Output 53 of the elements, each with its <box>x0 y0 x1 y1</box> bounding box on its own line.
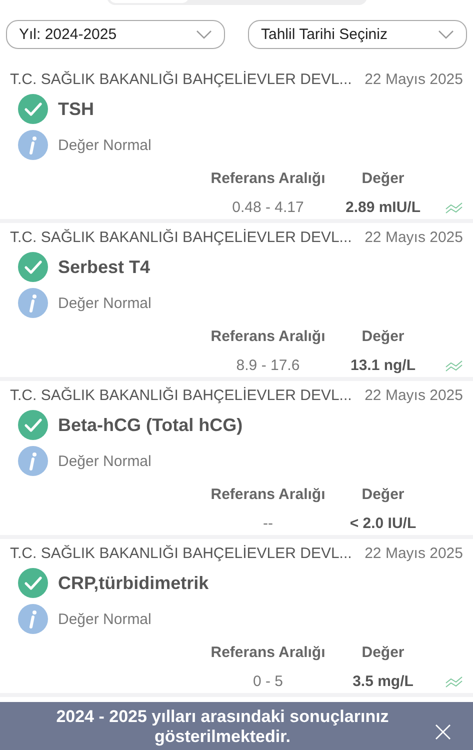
result-date: 22 Mayıs 2025 <box>364 71 463 88</box>
result-card[interactable]: T.C. SAĞLIK BAKANLIĞI BAHÇELİEVLER DEVL... 22 Mayıs 2025 Beta-hCG (Total hCG) Değer Normal Referans Aralığı Değer -- < 2.0 IU/L <box>0 381 473 539</box>
result-value: 2.89 mIU/L <box>345 199 421 216</box>
test-name: Beta-hCG (Total hCG) <box>58 414 243 436</box>
test-name: CRP,türbidimetrik <box>58 572 209 594</box>
hospital-name: T.C. SAĞLIK BAKANLIĞI BAHÇELİEVLER DEVL... <box>10 387 352 404</box>
status-text: Değer Normal <box>58 610 152 628</box>
column-header: Değer <box>362 328 404 345</box>
reference-range: -- <box>263 515 273 532</box>
result-date: 22 Mayıs 2025 <box>364 387 463 404</box>
status-text: Değer Normal <box>58 452 152 470</box>
reference-range: 0.48 - 4.17 <box>232 199 304 216</box>
check-icon <box>18 94 48 124</box>
reference-range: 8.9 - 17.6 <box>236 357 300 374</box>
trend-icon[interactable] <box>445 202 463 214</box>
result-value: < 2.0 IU/L <box>350 515 416 532</box>
hospital-name: T.C. SAĞLIK BAKANLIĞI BAHÇELİEVLER DEVL... <box>10 229 352 246</box>
chevron-down-icon <box>196 30 212 40</box>
result-card[interactable]: T.C. SAĞLIK BAKANLIĞI BAHÇELİEVLER DEVL... 22 Mayıs 2025 TSH Değer Normal Referans Aralığı Değer 0.48 - 4.17 2.89 mIU/L <box>0 65 473 223</box>
column-header: Referans Aralığı <box>210 170 326 187</box>
close-icon[interactable] <box>435 724 451 740</box>
result-date: 22 Mayıs 2025 <box>364 229 463 246</box>
trend-icon[interactable] <box>445 360 463 372</box>
column-header: Değer <box>362 486 404 503</box>
dropdown[interactable]: Yıl: 2024-2025 <box>6 20 225 49</box>
column-header: Referans Aralığı <box>210 328 326 345</box>
column-header: Değer <box>362 170 404 187</box>
result-value: 3.5 mg/L <box>352 673 414 690</box>
chevron-down-icon <box>438 30 454 40</box>
info-icon[interactable] <box>18 446 48 476</box>
status-text: Değer Normal <box>58 294 152 312</box>
column-header: Referans Aralığı <box>210 486 326 503</box>
dropdown[interactable]: Tahlil Tarihi Seçiniz <box>248 20 467 49</box>
toast-message: 2024 - 2025 yılları arasındaki sonuçlarınız gösterilmektedir. <box>55 707 390 747</box>
result-card[interactable]: T.C. SAĞLIK BAKANLIĞI BAHÇELİEVLER DEVL... 22 Mayıs 2025 CRP,türbidimetrik Değer Normal Referans Aralığı Değer 0 - 5 3.5 mg/L <box>0 539 473 697</box>
status-text: Değer Normal <box>58 136 152 154</box>
result-value: 13.1 ng/L <box>350 357 416 374</box>
test-name: TSH <box>58 98 94 120</box>
hospital-name: T.C. SAĞLIK BAKANLIĞI BAHÇELİEVLER DEVL... <box>10 545 352 562</box>
info-icon[interactable] <box>18 288 48 318</box>
column-header: Referans Aralığı <box>210 644 326 661</box>
check-icon <box>18 410 48 440</box>
info-icon[interactable] <box>18 130 48 160</box>
check-icon <box>18 252 48 282</box>
reference-range: 0 - 5 <box>252 673 283 690</box>
check-icon <box>18 568 48 598</box>
column-header: Değer <box>362 644 404 661</box>
info-icon[interactable] <box>18 604 48 634</box>
result-date: 22 Mayıs 2025 <box>364 545 463 562</box>
test-name: Serbest T4 <box>58 256 150 278</box>
trend-icon[interactable] <box>445 676 463 688</box>
hospital-name: T.C. SAĞLIK BAKANLIĞI BAHÇELİEVLER DEVL... <box>10 71 352 88</box>
result-card[interactable]: T.C. SAĞLIK BAKANLIĞI BAHÇELİEVLER DEVL... 22 Mayıs 2025 Serbest T4 Değer Normal Referans Aralığı Değer 8.9 - 17.6 13.1 ng/L <box>0 223 473 381</box>
